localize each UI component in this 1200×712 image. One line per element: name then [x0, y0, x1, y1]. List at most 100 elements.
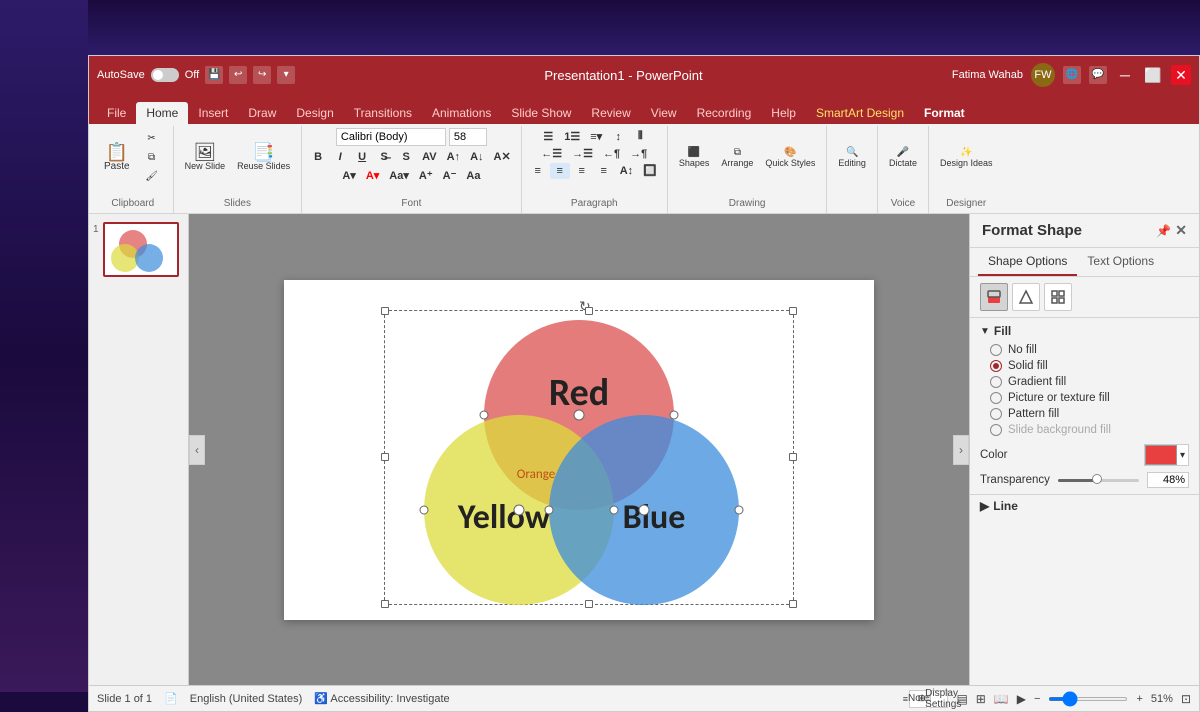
view-normal-button[interactable]: ▤: [956, 692, 967, 706]
highlight-button[interactable]: A▾: [338, 167, 359, 184]
change-case-button[interactable]: Aa: [462, 168, 484, 184]
view-slideshow-button[interactable]: ▶: [1017, 692, 1026, 706]
char-spacing-button[interactable]: AV: [418, 149, 440, 165]
picture-fill-option[interactable]: Picture or texture fill: [990, 392, 1189, 404]
gradient-fill-option[interactable]: Gradient fill: [990, 376, 1189, 388]
effects-icon-btn[interactable]: [1012, 283, 1040, 311]
shadow-button[interactable]: S: [396, 149, 416, 165]
text-direction-button[interactable]: A↕: [616, 163, 637, 179]
font-color-button[interactable]: A▾: [362, 167, 383, 184]
clear-format-button[interactable]: A✕: [490, 148, 515, 165]
slide-nav-right[interactable]: ›: [953, 435, 969, 465]
editing-button[interactable]: 🔍 Editing: [833, 128, 871, 186]
undo-icon[interactable]: ↩: [229, 66, 247, 84]
rtl-button[interactable]: ←¶: [599, 146, 624, 162]
cut-button[interactable]: ✂: [137, 130, 167, 147]
panel-pin-button[interactable]: 📌: [1156, 224, 1171, 238]
avatar[interactable]: FW: [1031, 63, 1055, 87]
tab-home[interactable]: Home: [136, 102, 188, 124]
arrange-button[interactable]: ⧉ Arrange: [716, 128, 758, 186]
grow-font-button[interactable]: A⁺: [415, 167, 437, 184]
quick-styles-button[interactable]: 🎨 Quick Styles: [760, 128, 820, 186]
zoom-in-button[interactable]: +: [1136, 693, 1142, 705]
tab-draw[interactable]: Draw: [238, 102, 286, 124]
save-icon[interactable]: 💾: [205, 66, 223, 84]
font-size-aa-button[interactable]: Aa▾: [385, 167, 413, 184]
fit-slide-button[interactable]: ⊡: [1181, 692, 1191, 706]
tab-shape-options[interactable]: Shape Options: [978, 248, 1077, 276]
minimize-button[interactable]: ─: [1115, 65, 1135, 85]
paste-button[interactable]: 📋 Paste: [99, 128, 135, 186]
redo-icon[interactable]: ↪: [253, 66, 271, 84]
line-header[interactable]: ▶ Line: [980, 499, 1189, 513]
fill-header[interactable]: ▼ Fill: [980, 324, 1189, 338]
font-name-input[interactable]: [336, 128, 446, 146]
display-settings-button[interactable]: ⊞ Display Settings: [930, 690, 948, 708]
shapes-button[interactable]: ⬛ Shapes: [674, 128, 715, 186]
tab-review[interactable]: Review: [581, 102, 640, 124]
color-dropdown-arrow[interactable]: ▾: [1177, 450, 1188, 461]
columns-button[interactable]: ⫴: [630, 128, 650, 145]
view-slide-sorter-button[interactable]: ⊞: [976, 692, 986, 706]
fill-line-icon-btn[interactable]: [980, 283, 1008, 311]
accessibility-info[interactable]: ♿ Accessibility: Investigate: [314, 692, 449, 705]
zoom-out-button[interactable]: −: [1034, 693, 1040, 705]
size-properties-icon-btn[interactable]: [1044, 283, 1072, 311]
slide-bg-fill-option[interactable]: Slide background fill: [990, 424, 1189, 436]
handle-br[interactable]: [789, 600, 797, 608]
multilevel-button[interactable]: ≡▾: [586, 128, 606, 145]
bold-button[interactable]: B: [308, 149, 328, 165]
handle-tr[interactable]: [789, 307, 797, 315]
ltr-button[interactable]: →¶: [626, 146, 651, 162]
slide-view-icon[interactable]: 📄: [164, 692, 178, 705]
slider-thumb[interactable]: [1092, 474, 1102, 484]
solid-fill-radio[interactable]: [990, 360, 1002, 372]
tab-format[interactable]: Format: [914, 102, 975, 124]
zoom-slider[interactable]: [1048, 697, 1128, 701]
slide-bg-fill-radio[interactable]: [990, 424, 1002, 436]
slide-nav-left[interactable]: ‹: [189, 435, 205, 465]
align-right-button[interactable]: ≡: [572, 163, 592, 179]
zoom-level[interactable]: 51%: [1151, 693, 1173, 705]
pattern-fill-radio[interactable]: [990, 408, 1002, 420]
restore-button[interactable]: ⬜: [1143, 65, 1163, 85]
no-fill-radio[interactable]: [990, 344, 1002, 356]
globe-icon[interactable]: 🌐: [1063, 66, 1081, 84]
handle-mr[interactable]: [789, 453, 797, 461]
underline-button[interactable]: U: [352, 149, 372, 165]
pattern-fill-option[interactable]: Pattern fill: [990, 408, 1189, 420]
italic-button[interactable]: I: [330, 149, 350, 165]
slide-1-thumbnail[interactable]: [103, 222, 179, 277]
comments-icon[interactable]: 💬: [1089, 66, 1107, 84]
numbering-button[interactable]: 1☰: [560, 128, 584, 145]
decrease-indent-button[interactable]: ←☰: [537, 145, 566, 162]
no-fill-option[interactable]: No fill: [990, 344, 1189, 356]
tab-design[interactable]: Design: [286, 102, 343, 124]
strikethrough-button[interactable]: S̶: [374, 149, 394, 165]
tab-smartart[interactable]: SmartArt Design: [806, 102, 914, 124]
customize-icon[interactable]: ▾: [277, 66, 295, 84]
shrink-font-button[interactable]: A⁻: [439, 167, 461, 184]
smartart-convert-button[interactable]: 🔲: [639, 162, 661, 179]
picture-fill-radio[interactable]: [990, 392, 1002, 404]
line-spacing-button[interactable]: ↕: [608, 129, 628, 145]
tab-transitions[interactable]: Transitions: [344, 102, 422, 124]
increase-indent-button[interactable]: →☰: [568, 145, 597, 162]
tab-help[interactable]: Help: [761, 102, 806, 124]
panel-close-button[interactable]: ✕: [1175, 222, 1187, 239]
solid-fill-option[interactable]: Solid fill: [990, 360, 1189, 372]
view-reading-button[interactable]: 📖: [994, 692, 1009, 706]
tab-text-options[interactable]: Text Options: [1077, 248, 1164, 276]
autosave-toggle[interactable]: [151, 68, 179, 82]
align-center-button[interactable]: ≡: [550, 163, 570, 179]
justify-button[interactable]: ≡: [594, 163, 614, 179]
reuse-slides-button[interactable]: 📑 Reuse Slides: [232, 128, 295, 186]
tab-slideshow[interactable]: Slide Show: [501, 102, 581, 124]
tab-animations[interactable]: Animations: [422, 102, 501, 124]
gradient-fill-radio[interactable]: [990, 376, 1002, 388]
new-slide-button[interactable]: 🖼 New Slide: [180, 128, 231, 186]
slide-canvas[interactable]: ↻: [284, 280, 874, 620]
font-size-input[interactable]: [449, 128, 487, 146]
transparency-slider[interactable]: [1058, 479, 1139, 482]
transparency-input[interactable]: [1147, 472, 1189, 488]
